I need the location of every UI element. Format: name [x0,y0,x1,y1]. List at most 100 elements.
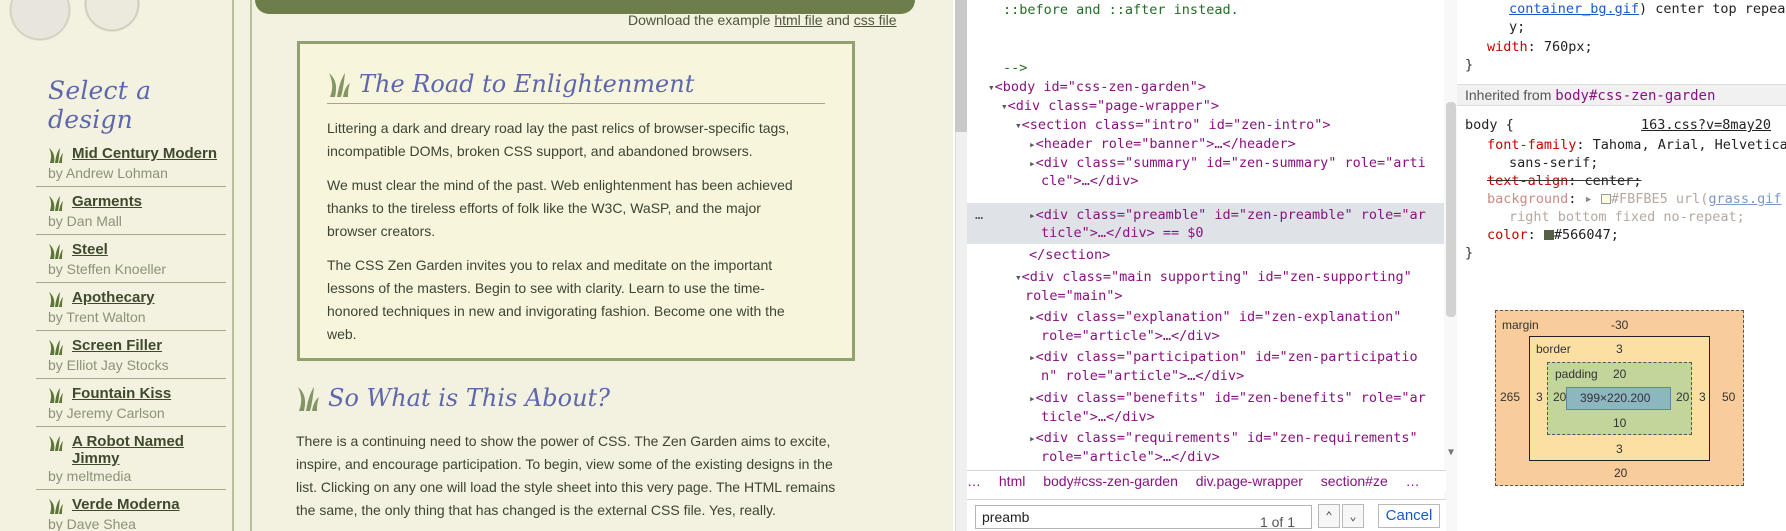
padding-bottom-value[interactable]: 10 [1613,416,1626,430]
design-author: by Andrew Lohman [48,165,168,181]
dom-line-benefits[interactable]: ▸<div class="benefits" id="zen-benefits"… [1029,388,1499,408]
design-link-screen-filler[interactable]: Screen Filler [72,337,162,354]
color-declaration[interactable]: color: #566047; [1487,226,1786,244]
dom-line: ticle">…</div> [1041,407,1511,427]
next-match-button[interactable]: ⌄ [1342,504,1364,528]
design-link-mid-century-modern[interactable]: Mid Century Modern [72,145,217,162]
zen-garden-page: Download the example html file and css f… [0,0,953,531]
design-link-fountain-kiss[interactable]: Fountain Kiss [72,385,171,402]
padding-left-value[interactable]: 20 [1553,390,1566,404]
margin-top-value[interactable]: -30 [1611,318,1628,332]
page-scrollbar-thumb[interactable] [955,0,967,132]
stylesheet-source-link[interactable]: 163.css?v=8may20 [1641,116,1771,134]
style-rule-line: y; [1509,18,1786,36]
color-swatch[interactable] [1600,194,1611,204]
dom-line-requirements[interactable]: ▸<div class="requirements" id="zen-requi… [1029,428,1499,448]
margin-bottom-value[interactable]: 20 [1614,466,1627,480]
dom-code: <body id="css-zen-garden"> [994,79,1206,95]
background-declaration[interactable]: background: ▸ #FBFBE5 url(grass.gif [1487,190,1786,208]
width-declaration[interactable]: width: 760px; [1487,38,1786,56]
breadcrumb-section[interactable]: section#ze [1321,471,1388,491]
container-bg-link[interactable]: container_bg.gif [1509,1,1639,17]
design-list-item: Garments by Dan Mall [36,187,226,235]
color-swatch[interactable] [1543,230,1554,240]
dom-line-page-wrapper[interactable]: ▾<div class="page-wrapper"> [1001,96,1471,116]
breadcrumb-html[interactable]: html [999,471,1025,491]
search-input[interactable]: preamb 1 of 1 [975,505,1312,530]
dom-code: role="main"> [1025,288,1123,304]
margin-left-value[interactable]: 265 [1500,390,1520,404]
text-align-declaration[interactable]: text-align: center; [1487,172,1786,190]
collapsed-triangle-icon[interactable]: ▸ [1029,138,1036,151]
border-top-value[interactable]: 3 [1616,342,1623,356]
dom-code: ticle">…</div> [1041,409,1155,425]
collapsed-triangle-icon[interactable]: ▸ [1029,209,1036,222]
collapsed-triangle-icon[interactable]: ▸ [1029,351,1036,364]
design-link-garments[interactable]: Garments [72,193,142,210]
border-right-value[interactable]: 3 [1699,390,1706,404]
dom-line-body[interactable]: ▾<body id="css-zen-garden"> [988,77,1458,97]
dom-code: ticle">…</div> == $0 [1041,225,1204,241]
elements-scrollbar-thumb[interactable] [1446,102,1456,317]
node-menu-icon[interactable]: … [975,205,1015,225]
dom-line-header[interactable]: ▸<header role="banner">…</header> [1029,134,1499,154]
design-link-steel[interactable]: Steel [72,241,108,258]
breadcrumb-body[interactable]: body#css-zen-garden [1043,471,1178,491]
css-file-link[interactable]: css file [854,12,897,28]
dom-code: <header role="banner">…</header> [1035,136,1296,152]
font-family-declaration[interactable]: font-family: Tahoma, Arial, Helvetica, [1487,136,1786,154]
dom-line-summary[interactable]: ▸<div class="summary" id="zen-summary" r… [1029,153,1499,173]
css-property: text-align [1487,173,1569,189]
padding-top-value[interactable]: 20 [1613,367,1626,381]
margin-right-value[interactable]: 50 [1722,390,1735,404]
breadcrumb-page-wrapper[interactable]: div.page-wrapper [1196,471,1303,491]
design-link-apothecary[interactable]: Apothecary [72,289,155,306]
design-list-item: Screen Filler by Elliot Jay Stocks [36,331,226,379]
style-rule-line: right bottom fixed no-repeat; [1509,208,1786,226]
inherited-selector[interactable]: body#css-zen-garden [1555,88,1715,104]
search-query: preamb [982,509,1030,525]
border-left-value[interactable]: 3 [1536,390,1543,404]
design-author: by Jeremy Carlson [48,405,165,421]
border-label: border [1536,342,1571,356]
collapsed-triangle-icon[interactable]: ▸ [1029,311,1036,324]
about-heading: So What is This About? [296,384,856,412]
css-property: width [1487,39,1528,55]
breadcrumb-overflow-left-icon[interactable]: … [967,471,981,491]
dom-line-supporting[interactable]: ▾<div class="main supporting" id="zen-su… [1015,267,1485,287]
grass-icon [49,340,63,355]
cancel-search-button[interactable]: Cancel [1378,504,1440,528]
breadcrumb-overflow-right-icon[interactable]: … [1406,471,1420,491]
dom-line-participation[interactable]: ▸<div class="participation" id="zen-part… [1029,347,1499,367]
grass-icon [49,148,63,163]
left-column-divider [232,0,234,531]
style-rule-line: container_bg.gif) center top repeat- [1509,0,1786,18]
html-file-link[interactable]: html file [774,12,822,28]
design-link-a-robot-named-jimmy[interactable]: A Robot Named Jimmy [72,433,226,467]
expand-triangle-icon[interactable]: ▾ [1015,119,1022,132]
content-column-divider [250,0,252,531]
grass-gif-link[interactable]: grass.gif [1708,191,1781,207]
dom-line-preamble[interactable]: ▸<div class="preamble" id="zen-preamble"… [1029,205,1499,225]
dom-line-explanation[interactable]: ▸<div class="explanation" id="zen-explan… [1029,307,1499,327]
border-bottom-value[interactable]: 3 [1616,442,1623,456]
css-value: right bottom fixed no-repeat; [1509,209,1745,225]
design-author: by Steffen Knoeller [48,261,167,277]
comment-end: --> [1003,60,1028,76]
dom-line-intro[interactable]: ▾<section class="intro" id="zen-intro"> [1015,115,1485,135]
previous-match-button[interactable]: ⌃ [1318,504,1340,528]
expand-triangle-icon[interactable]: ▾ [988,81,995,94]
collapsed-triangle-icon[interactable]: ▸ [1029,392,1036,405]
content-size-value[interactable]: 399×220.200 [1580,391,1650,405]
design-link-verde-moderna[interactable]: Verde Moderna [72,496,180,513]
collapsed-triangle-icon[interactable]: ▸ [1029,157,1036,170]
padding-right-value[interactable]: 20 [1676,390,1689,404]
expand-triangle-icon[interactable]: ▾ [1001,100,1008,113]
css-value: Tahoma, Arial, Helvetica, [1592,137,1786,153]
scroll-down-icon[interactable]: ▼ [1448,447,1454,458]
dom-code: <div class="main supporting" id="zen-sup… [1021,269,1412,285]
dom-code: cle">…</div> [1041,173,1139,189]
expand-triangle-icon[interactable]: ▾ [1015,271,1022,284]
collapsed-triangle-icon[interactable]: ▸ [1029,432,1036,445]
design-list-item: Apothecary by Trent Walton [36,283,226,331]
